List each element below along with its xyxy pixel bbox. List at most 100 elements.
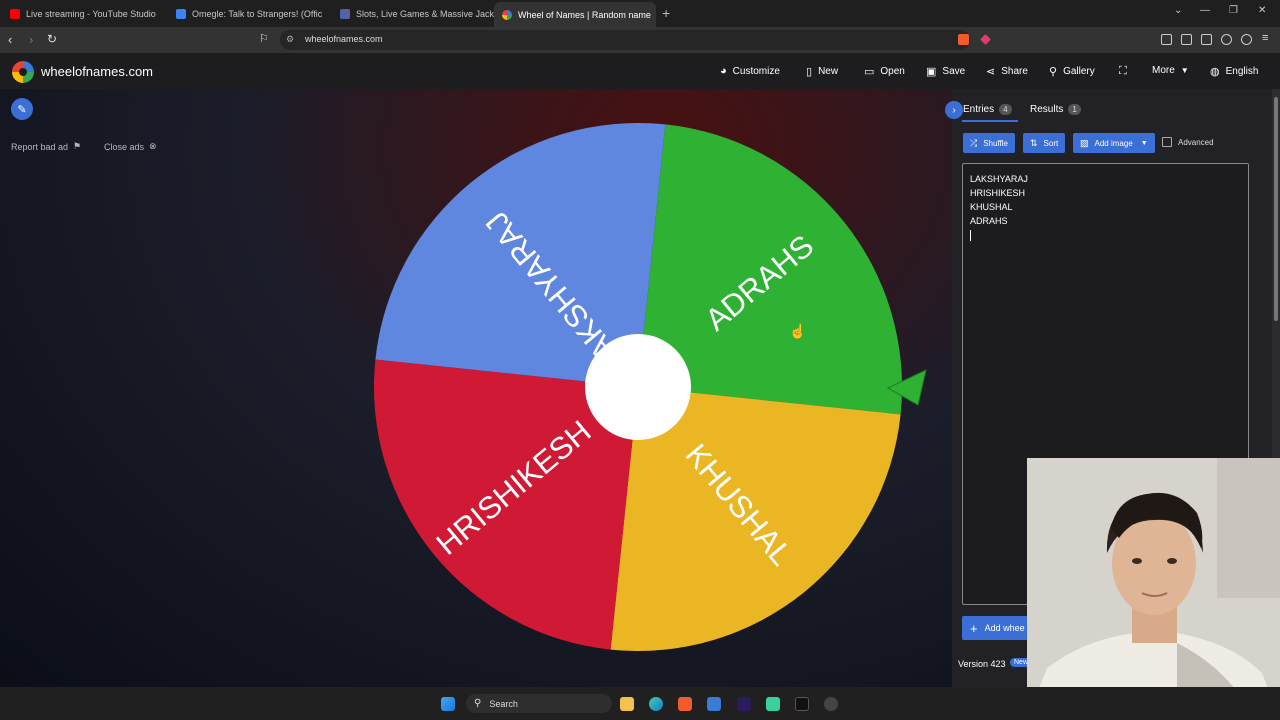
folder-icon: ▭ <box>864 66 875 78</box>
windows-taskbar: ⚲ Search <box>0 687 1280 720</box>
globe-icon: ◍ <box>1210 66 1220 78</box>
save-button[interactable]: ▣ Save <box>926 65 965 78</box>
tab-title: Wheel of Names | Random name <box>518 9 651 20</box>
edge-icon[interactable] <box>649 697 663 711</box>
entries-count-badge: 4 <box>999 104 1012 115</box>
chevron-right-icon: › <box>952 104 956 116</box>
plus-icon: + <box>970 620 978 636</box>
wheel-logo-icon[interactable] <box>12 61 34 83</box>
tab-youtube-studio[interactable]: Live streaming - YouTube Studio <box>2 4 168 23</box>
browser-menu-icon[interactable]: ≡ <box>1262 32 1268 44</box>
browser-tab-strip: Live streaming - YouTube Studio Omegle: … <box>0 0 1280 27</box>
menu-label: More <box>1152 65 1175 76</box>
app-icon[interactable] <box>766 697 780 711</box>
url-field[interactable]: ⚙ wheelofnames.com <box>280 30 970 50</box>
add-wheel-label: Add whee <box>984 623 1025 633</box>
checkbox-box[interactable] <box>1162 137 1172 147</box>
menu-label: Share <box>1001 66 1028 77</box>
active-tab-indicator <box>962 120 1018 122</box>
tab-wheel-of-names[interactable]: Wheel of Names | Random name ✕ <box>494 2 656 27</box>
vpn-icon[interactable] <box>1241 34 1252 45</box>
customize-button[interactable]: ◕ Customize <box>720 65 780 77</box>
forward-icon[interactable]: › <box>29 32 33 47</box>
store-icon[interactable] <box>707 697 721 711</box>
obs-icon[interactable] <box>795 697 809 711</box>
wheel-center-button[interactable] <box>585 334 691 440</box>
hand-cursor-icon: ☝ <box>789 323 807 339</box>
brave-rewards-icon[interactable] <box>980 34 991 45</box>
site-name[interactable]: wheelofnames.com <box>41 64 153 79</box>
save-icon: ▣ <box>926 66 937 78</box>
site-header: wheelofnames.com ◕ Customize ▯ New ▭ Open ▣… <box>0 53 1280 89</box>
chevron-down-icon: ▼ <box>1140 139 1148 147</box>
site-info-icon[interactable]: ⚙ <box>286 34 294 45</box>
minimize-icon[interactable]: — <box>1200 5 1210 16</box>
tab-slots[interactable]: Slots, Live Games & Massive Jackpot <box>332 4 494 23</box>
menu-label: New <box>818 66 839 77</box>
search-icon: ⚲ <box>1049 66 1058 78</box>
wheel[interactable]: LAKSHYARAJ ADRAHS KHUSHAL HRISHIKESH <box>0 89 952 687</box>
share-button[interactable]: ⋖ Share <box>986 65 1028 78</box>
leo-ai-icon[interactable] <box>1221 34 1232 45</box>
brave-icon[interactable] <box>678 697 692 711</box>
tab-results[interactable]: Results 1 <box>1030 104 1081 115</box>
entry-line: ADRAHS <box>970 216 1008 226</box>
gallery-button[interactable]: ⚲ Gallery <box>1049 65 1095 78</box>
collapse-panel-button[interactable]: › <box>945 101 963 119</box>
new-tab-icon[interactable]: + <box>662 5 670 21</box>
results-count-badge: 1 <box>1068 104 1081 115</box>
bookmark-icon[interactable]: ⚐ <box>259 32 269 45</box>
advanced-label: Advanced <box>1178 137 1214 147</box>
language-button[interactable]: ◍ English <box>1210 65 1258 78</box>
menu-label: Save <box>942 66 966 77</box>
restore-icon[interactable]: ❐ <box>1229 5 1238 16</box>
menu-label: English <box>1225 66 1259 77</box>
extensions-icon[interactable] <box>1161 34 1172 45</box>
advanced-checkbox[interactable]: Advanced <box>1162 137 1214 147</box>
sort-label: Sort <box>1043 138 1059 148</box>
tab-entries-label: Entries <box>963 104 995 115</box>
file-icon: ▯ <box>806 66 813 78</box>
tab-results-label: Results <box>1030 104 1064 115</box>
taskbar-search[interactable]: ⚲ Search <box>466 694 612 713</box>
menu-label: Customize <box>732 65 780 77</box>
windows-start-icon[interactable] <box>441 697 455 711</box>
tab-title: Live streaming - YouTube Studio <box>26 8 156 19</box>
add-image-button[interactable]: ▨ Add image ▼ <box>1073 133 1155 153</box>
more-button[interactable]: More ▼ <box>1152 65 1189 76</box>
tab-omegle[interactable]: Omegle: Talk to Strangers! (Offic <box>168 4 334 23</box>
settings-icon[interactable] <box>824 697 838 711</box>
back-icon[interactable]: ‹ <box>8 32 12 47</box>
after-effects-icon[interactable] <box>737 697 751 711</box>
url-text: wheelofnames.com <box>305 34 383 44</box>
file-explorer-icon[interactable] <box>620 697 634 711</box>
image-icon: ▨ <box>1080 137 1089 148</box>
fullscreen-button[interactable]: ⛶ <box>1119 65 1133 78</box>
shuffle-button[interactable]: ⤮ Shuffle <box>963 133 1015 153</box>
shuffle-label: Shuffle <box>983 138 1008 148</box>
version-label: Version 423 <box>958 659 1006 669</box>
entry-line: HRISHIKESH <box>970 188 1026 198</box>
sort-icon: ⇅ <box>1030 137 1038 148</box>
brave-shield-icon[interactable] <box>958 34 969 45</box>
entry-line: KHUSHAL <box>970 202 1013 212</box>
new-button[interactable]: ▯ New <box>806 65 838 78</box>
entry-line: LAKSHYARAJ <box>970 174 1028 184</box>
wheel-favicon-icon <box>502 9 512 20</box>
omegle-icon <box>176 8 186 19</box>
reload-icon[interactable]: ↻ <box>47 32 57 46</box>
sidebar-icon[interactable] <box>1181 34 1192 45</box>
tab-entries[interactable]: Entries 4 <box>963 104 1012 115</box>
webcam-person-image <box>1027 458 1280 720</box>
tab-title: Omegle: Talk to Strangers! (Offic <box>192 8 323 19</box>
close-window-icon[interactable]: ✕ <box>1258 5 1266 16</box>
search-icon: ⚲ <box>474 698 482 709</box>
taskbar-search-label: Search <box>489 698 518 709</box>
chevron-down-icon: ▼ <box>1180 66 1189 75</box>
tab-list-icon[interactable]: ⌄ <box>1174 5 1182 16</box>
share-icon: ⋖ <box>986 66 996 78</box>
youtube-icon <box>10 8 20 19</box>
sort-button[interactable]: ⇅ Sort <box>1023 133 1066 153</box>
wallet-icon[interactable] <box>1201 34 1212 45</box>
open-button[interactable]: ▭ Open <box>864 65 905 78</box>
